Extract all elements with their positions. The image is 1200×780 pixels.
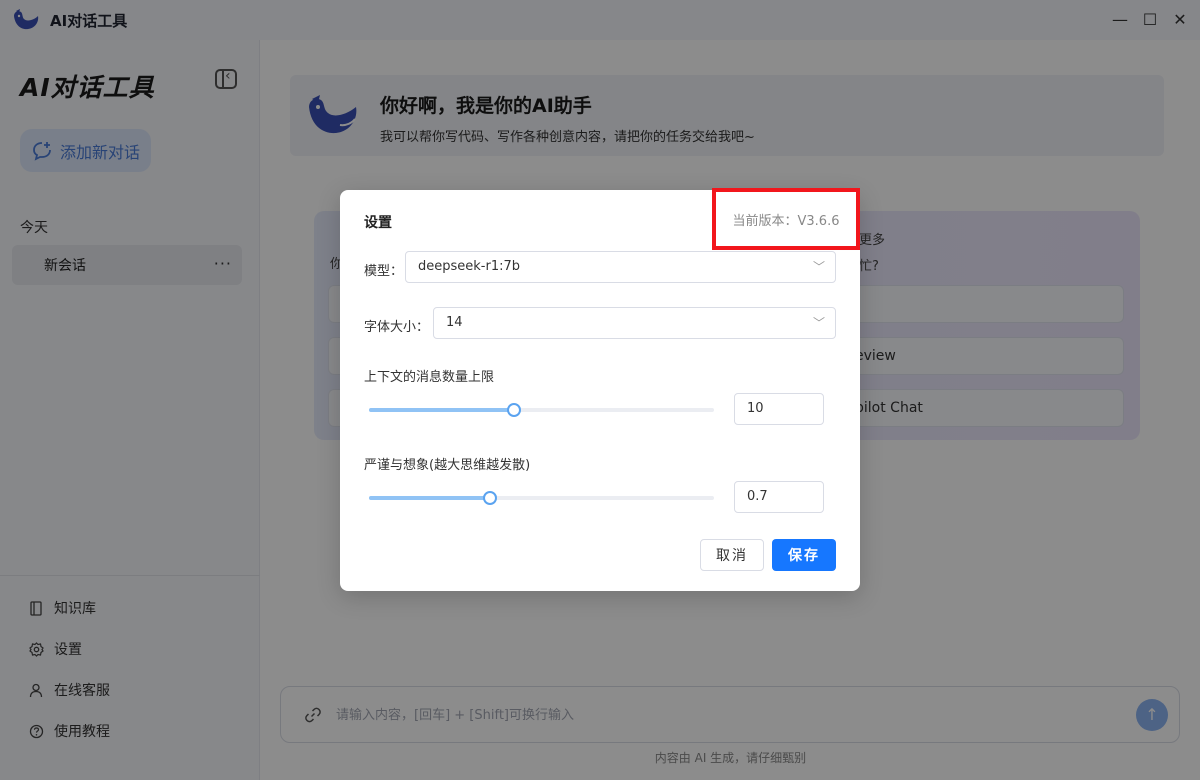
slider-handle[interactable]	[506, 403, 521, 417]
settings-dialog: 设置 当前版本：V3.6.6 模型： deepseek-r1:7b ﹀ 字体大小…	[340, 188, 860, 591]
font-size-select-value: 14	[446, 315, 463, 330]
slider-fill	[369, 408, 514, 412]
version-label: 当前版本：V3.6.6	[712, 188, 860, 250]
context-limit-input[interactable]: 10	[734, 393, 824, 425]
chevron-down-icon: ﹀	[812, 260, 825, 274]
slider-handle[interactable]	[482, 491, 497, 505]
temperature-input[interactable]: 0.7	[734, 481, 824, 513]
model-label: 模型：	[364, 264, 404, 279]
version-text: 当前版本：V3.6.6	[732, 213, 840, 229]
temperature-label: 严谨与想象(越大思维越发散)	[364, 458, 531, 473]
font-size-label: 字体大小：	[364, 320, 430, 335]
cancel-button[interactable]: 取消	[700, 539, 764, 571]
save-button[interactable]: 保存	[772, 539, 836, 571]
model-select[interactable]: deepseek-r1:7b ﹀	[405, 251, 836, 283]
font-size-select[interactable]: 14 ﹀	[433, 307, 836, 339]
model-select-value: deepseek-r1:7b	[418, 259, 521, 274]
temperature-slider[interactable]	[369, 491, 714, 505]
slider-fill	[369, 496, 490, 500]
dialog-title: 设置	[364, 215, 392, 231]
context-limit-label: 上下文的消息数量上限	[364, 370, 495, 385]
context-limit-slider[interactable]	[369, 403, 714, 417]
chevron-down-icon: ﹀	[812, 316, 825, 330]
